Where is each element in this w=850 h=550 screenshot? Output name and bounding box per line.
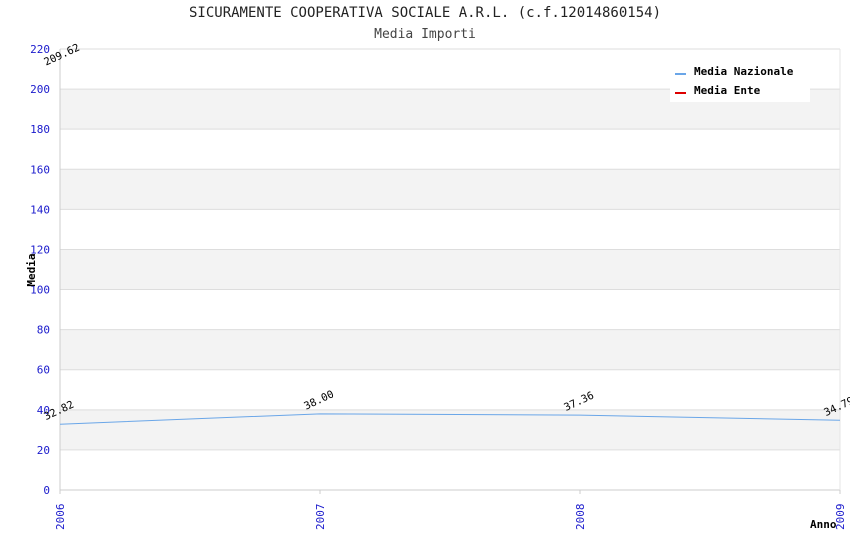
y-tick-label: 200 <box>30 83 50 96</box>
y-tick-label: 80 <box>37 324 50 337</box>
grid-band <box>60 409 840 450</box>
grid-band <box>60 249 840 290</box>
grid-band <box>60 329 840 370</box>
line-chart: 020406080100120140160180200220 2006 2007 2… <box>25 42 850 531</box>
y-tick-label: 220 <box>30 43 50 56</box>
x-tick-label: 2006 <box>54 504 67 531</box>
grid-band <box>60 169 840 210</box>
legend-entry: Media Nazionale <box>694 65 794 78</box>
y-tick-label: 0 <box>43 484 50 497</box>
grid-band <box>60 449 840 490</box>
grid-band <box>60 369 840 410</box>
y-axis-label: Media <box>25 253 38 286</box>
x-tick-label: 2007 <box>314 504 327 531</box>
legend-entry: Media Ente <box>694 84 761 97</box>
x-tick-label: 2008 <box>574 504 587 531</box>
grid-band <box>60 129 840 170</box>
y-tick-label: 140 <box>30 203 50 216</box>
y-tick-label: 160 <box>30 163 50 176</box>
grid-band <box>60 289 840 330</box>
grid-band <box>60 209 840 250</box>
legend: Media Nazionale Media Ente <box>670 58 810 102</box>
x-axis-label: Anno <box>810 518 837 531</box>
grid-bands <box>60 49 840 490</box>
x-axis-ticks: 2006 2007 2008 2009 <box>54 490 847 530</box>
y-tick-label: 60 <box>37 364 50 377</box>
y-tick-label: 20 <box>37 444 50 457</box>
y-tick-label: 180 <box>30 123 50 136</box>
